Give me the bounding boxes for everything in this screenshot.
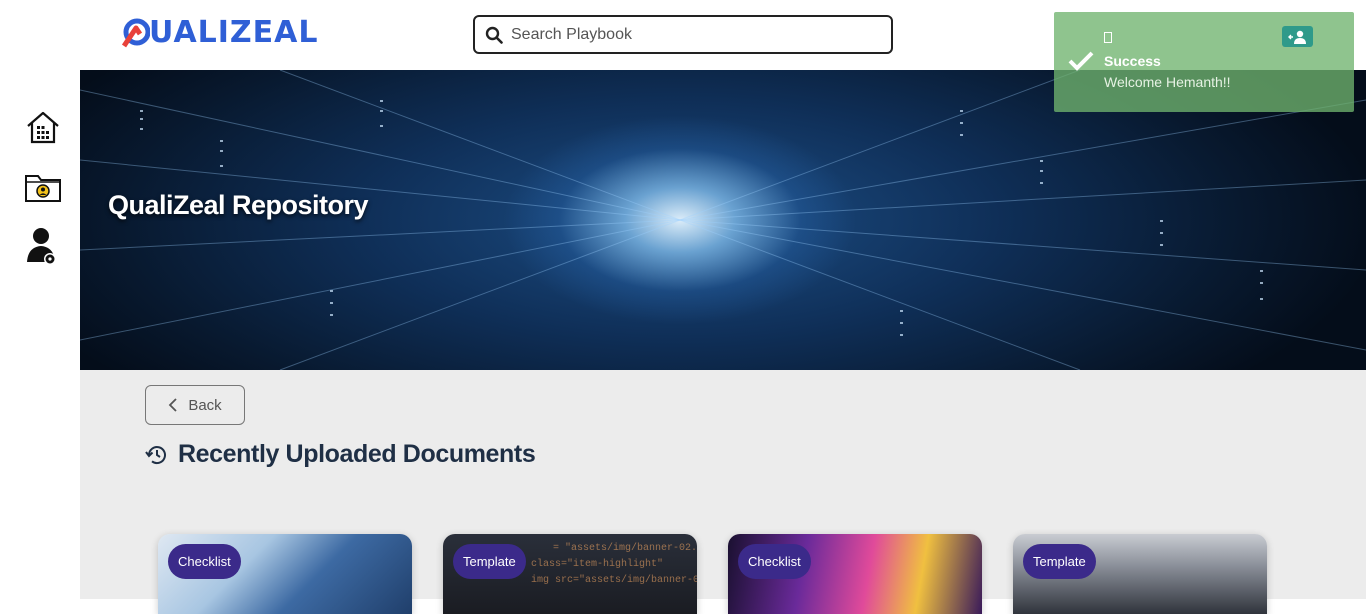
home-grid-icon	[27, 111, 59, 144]
section-header: Recently Uploaded Documents	[144, 440, 536, 469]
checkmark-icon	[1068, 51, 1094, 71]
sidebar	[0, 70, 80, 599]
document-card[interactable]: Template	[1013, 534, 1267, 614]
missing-glyph-icon	[1104, 32, 1112, 43]
back-button[interactable]: Back	[145, 385, 245, 425]
document-card[interactable]: = "assets/img/banner-02.jpg class="item-…	[443, 534, 697, 614]
toast-user-button[interactable]	[1282, 26, 1313, 47]
section-title: Recently Uploaded Documents	[178, 440, 536, 468]
card-badge: Checklist	[168, 544, 241, 579]
search-input[interactable]	[511, 25, 871, 44]
sidebar-item-repository[interactable]	[22, 167, 64, 207]
user-arrow-icon	[1287, 30, 1306, 44]
hero-banner: QualiZeal Repository	[80, 70, 1366, 370]
chevron-left-icon	[169, 398, 177, 412]
card-badge: Checklist	[738, 544, 811, 579]
document-card[interactable]: Checklist	[728, 534, 982, 614]
back-label: Back	[188, 396, 222, 414]
history-icon	[145, 445, 166, 464]
search-icon	[485, 26, 503, 44]
svg-text:img src="assets/img/banner-02.: img src="assets/img/banner-02.jpg"	[531, 574, 697, 586]
card-badge: Template	[453, 544, 526, 579]
qualizeal-logo[interactable]: UALIZEAL	[122, 14, 319, 50]
sidebar-item-home[interactable]	[22, 107, 64, 147]
logo-text: UALIZEAL	[149, 14, 319, 50]
search-box[interactable]	[473, 15, 893, 54]
document-card[interactable]: Checklist	[158, 534, 412, 614]
main-content: Back Recently Uploaded Documents Checkli…	[80, 370, 1366, 614]
banner-title: QualiZeal Repository	[108, 190, 369, 220]
sidebar-item-user-settings[interactable]	[22, 227, 64, 267]
user-settings-icon	[27, 228, 56, 265]
toast-title: Success	[1104, 53, 1161, 69]
svg-text:class="item-highlight": class="item-highlight"	[531, 558, 663, 570]
folder-user-icon	[25, 175, 61, 202]
toast-message: Welcome Hemanth!!	[1104, 74, 1231, 90]
success-toast: Success Welcome Hemanth!!	[1054, 12, 1354, 112]
svg-text:= "assets/img/banner-02.jpg: = "assets/img/banner-02.jpg	[553, 542, 697, 554]
logo-mark-icon	[122, 18, 150, 48]
card-badge: Template	[1023, 544, 1096, 579]
